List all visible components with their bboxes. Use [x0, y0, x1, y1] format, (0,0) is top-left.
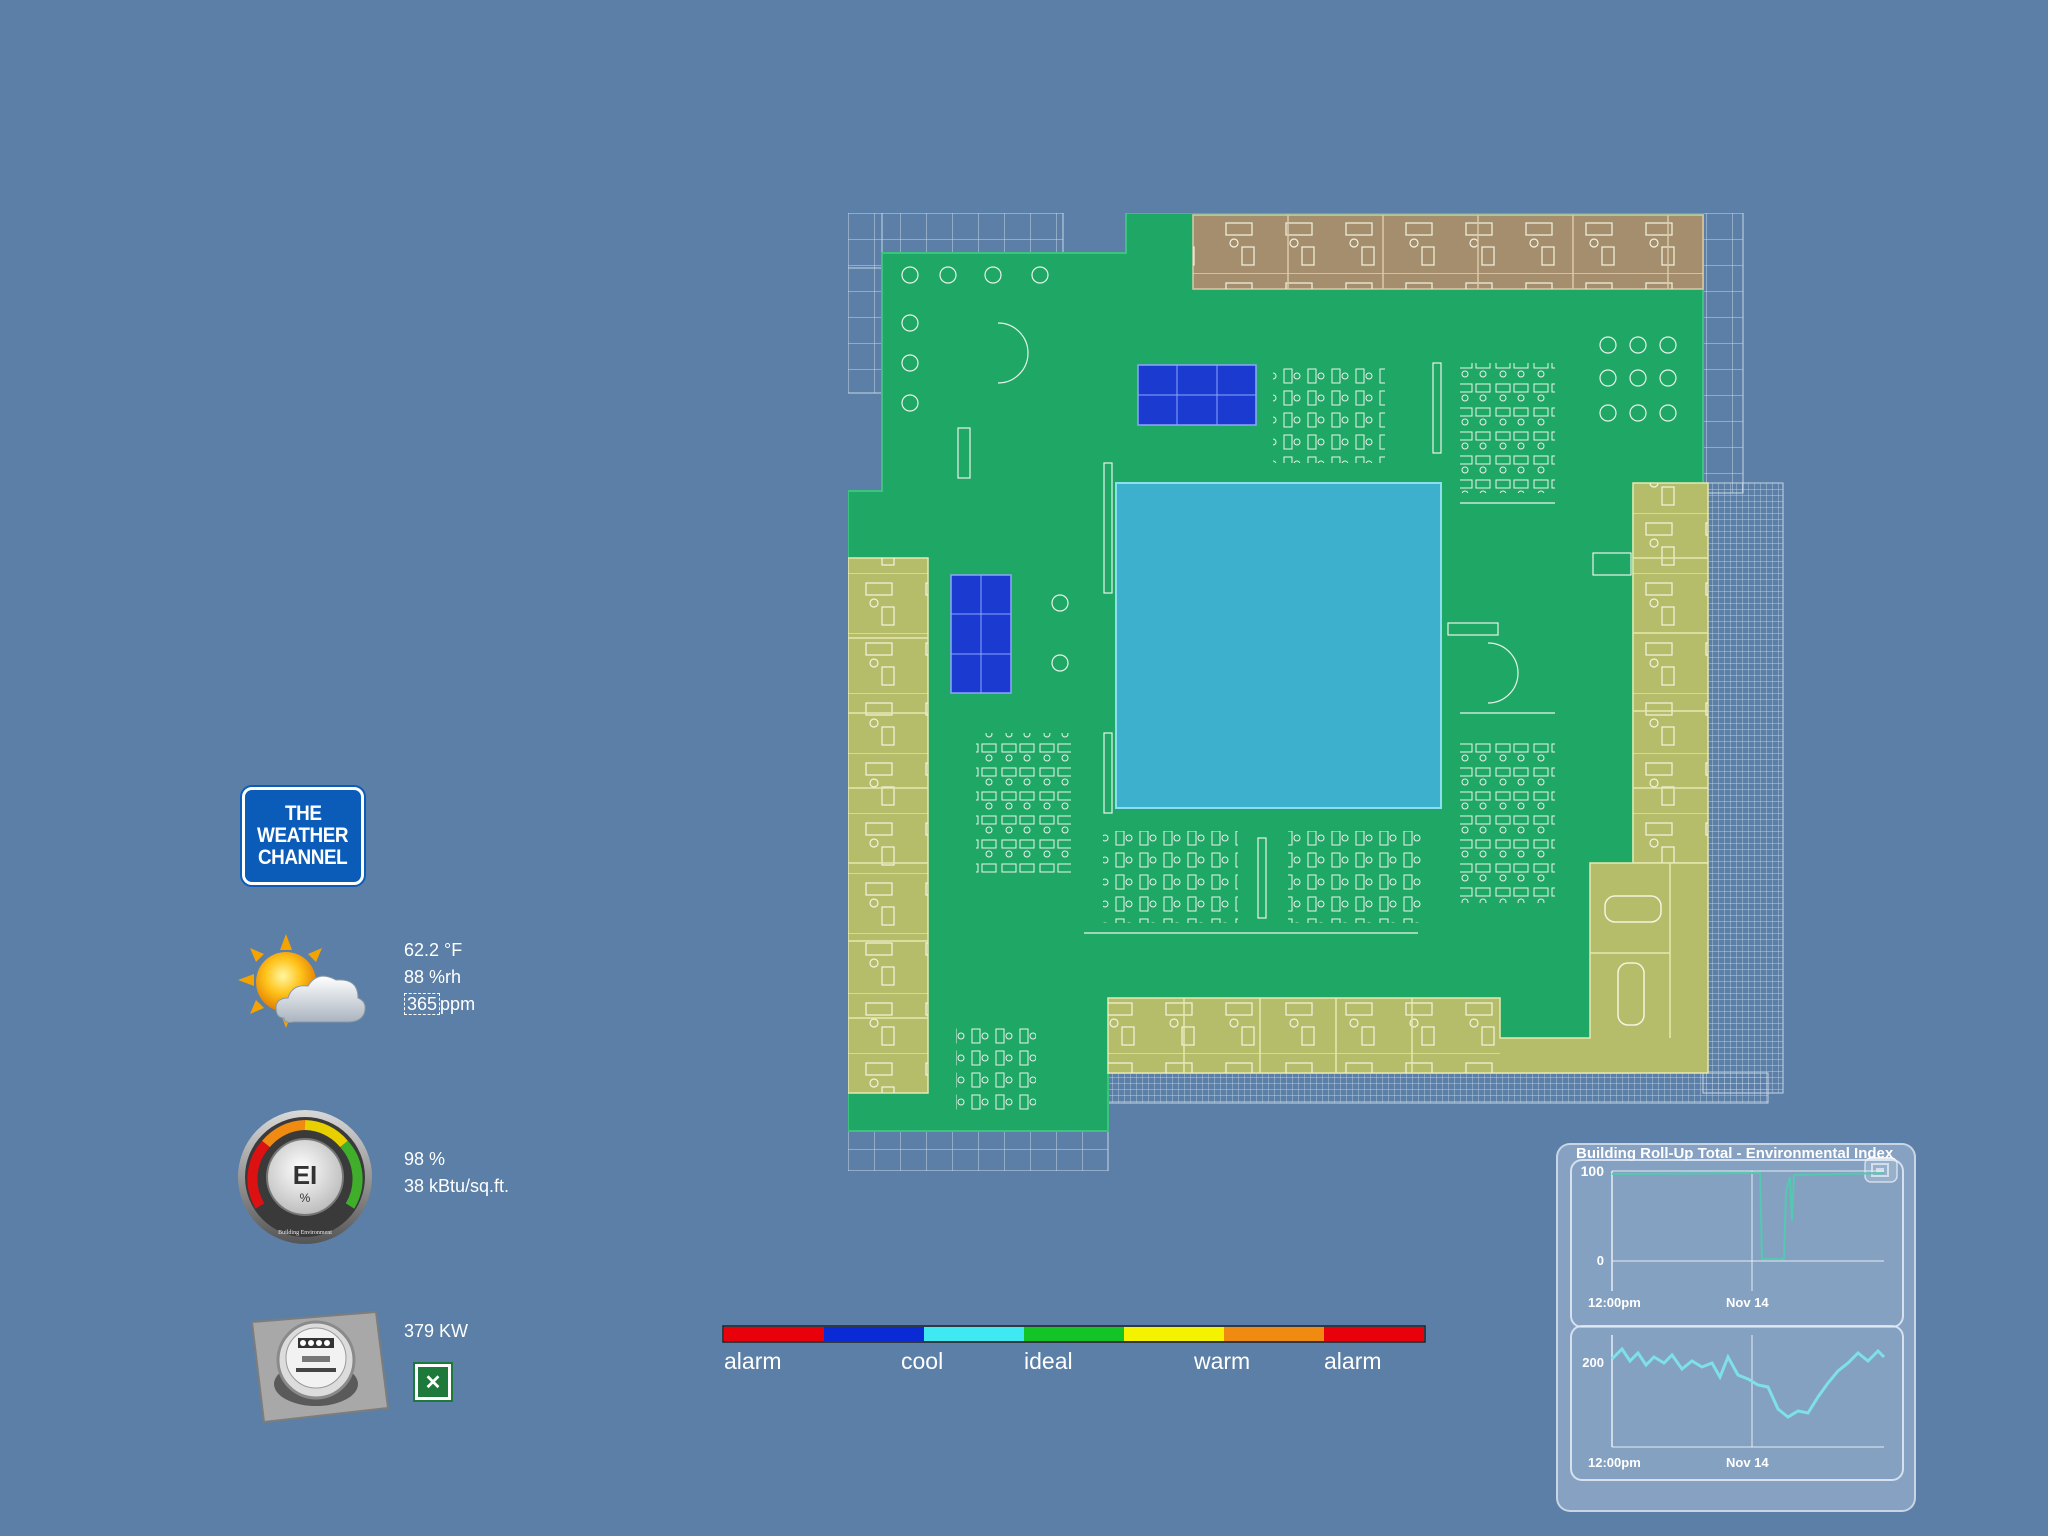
excel-export-button[interactable]: ✕ [413, 1362, 453, 1402]
excel-icon: ✕ [418, 1367, 448, 1397]
power-trend-chart[interactable]: 200 12:00pm Nov 14 [1570, 1325, 1904, 1481]
outdoor-co2: 365 ppm [404, 991, 475, 1018]
legend-label-alarm-cold: alarm [724, 1348, 782, 1374]
outdoor-temperature: 62.2 °F [404, 940, 463, 960]
legend-label-warm: warm [1194, 1348, 1251, 1374]
gauge-unit: % [300, 1191, 311, 1205]
logo-line-3: CHANNEL [258, 846, 348, 869]
trend-panel[interactable]: Building Roll-Up Total - Environmental I… [1556, 1143, 1916, 1512]
legend-label-ideal: ideal [1024, 1348, 1073, 1374]
environmental-index-chart[interactable]: 100 0 12:00pm Nov 14 [1570, 1159, 1904, 1328]
co2-value-field[interactable]: 365 [404, 993, 441, 1015]
gauge-caption: Building Environment [278, 1230, 332, 1236]
chart1-x-start: 12:00pm [1588, 1295, 1641, 1310]
power-demand: 379 KW [404, 1321, 469, 1341]
outdoor-humidity: 88 %rh [404, 967, 462, 987]
chart2-y-label: 200 [1582, 1355, 1604, 1370]
legend-segment [824, 1327, 924, 1341]
environment-index-readings: 98 % 38 kBtu/sq.ft. [404, 1146, 509, 1200]
co2-unit: ppm [440, 994, 476, 1014]
floor-plan[interactable] [848, 213, 1806, 1171]
chart1-x-mid: Nov 14 [1726, 1295, 1769, 1310]
environment-index-percent: 98 % [404, 1149, 446, 1169]
legend-segment [724, 1327, 824, 1341]
partly-cloudy-icon [238, 934, 366, 1028]
legend-segment [1224, 1327, 1324, 1341]
comfort-color-legend [722, 1325, 1426, 1343]
logo-line-1: THE [284, 802, 322, 825]
environment-index-gauge-icon[interactable]: EI % Building Environment [236, 1108, 374, 1246]
chart1-y-top: 100 [1581, 1163, 1605, 1179]
legend-segment [924, 1327, 1024, 1341]
legend-label-alarm-hot: alarm [1324, 1348, 1382, 1374]
chart2-x-start: 12:00pm [1588, 1455, 1641, 1470]
energy-use-intensity: 38 kBtu/sq.ft. [404, 1176, 510, 1196]
weather-channel-logo[interactable]: THE WEATHER CHANNEL [242, 787, 364, 885]
legend-segment [1024, 1327, 1124, 1341]
chart1-y-bottom: 0 [1597, 1253, 1604, 1268]
electric-meter-icon[interactable] [246, 1308, 392, 1426]
gauge-label: EI [293, 1160, 318, 1190]
legend-segment [1124, 1327, 1224, 1341]
chart2-x-mid: Nov 14 [1726, 1455, 1769, 1470]
legend-label-cool: cool [901, 1348, 944, 1374]
weather-readings: 62.2 °F 88 %rh 365 ppm [404, 937, 475, 1018]
legend-segment [1324, 1327, 1424, 1341]
logo-line-2: WEATHER [257, 824, 349, 847]
